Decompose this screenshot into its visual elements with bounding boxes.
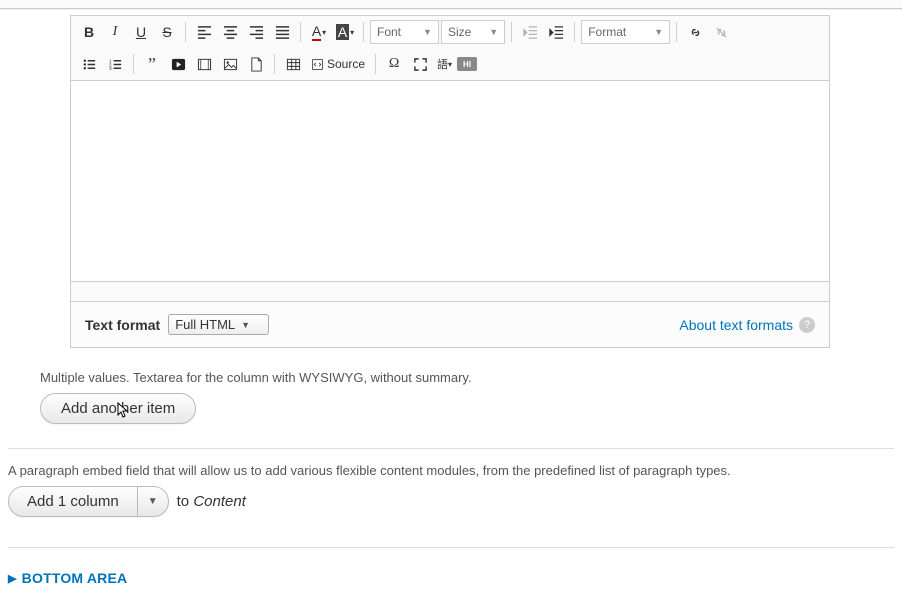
strikethrough-button[interactable]: S bbox=[155, 20, 179, 44]
text-format-bar: Text format Full HTML ▼ About text forma… bbox=[70, 302, 830, 348]
about-text-formats-label: About text formats bbox=[679, 317, 793, 333]
editor-elements-path bbox=[71, 281, 829, 301]
add-another-item-button[interactable]: Add another item bbox=[40, 393, 196, 424]
add-another-item-label: Add another item bbox=[61, 400, 175, 417]
align-center-button[interactable] bbox=[218, 20, 242, 44]
format-dropdown-label: Format bbox=[588, 25, 626, 39]
align-right-button[interactable] bbox=[244, 20, 268, 44]
bold-button[interactable]: B bbox=[77, 20, 101, 44]
text-color-button[interactable]: A▾ bbox=[307, 20, 331, 44]
admin-top-bar bbox=[0, 0, 902, 9]
align-left-button[interactable] bbox=[192, 20, 216, 44]
text-format-selected: Full HTML bbox=[175, 317, 235, 332]
hr-button[interactable]: HI bbox=[457, 57, 477, 71]
add-paragraph-target-text: to Content bbox=[177, 493, 246, 510]
wysiwyg-editor: B I U S A▾ A▾ Font▼ Size▼ bbox=[70, 15, 830, 302]
about-text-formats-link[interactable]: About text formats ? bbox=[679, 317, 815, 333]
bg-color-button[interactable]: A▾ bbox=[333, 20, 357, 44]
section-divider bbox=[8, 448, 894, 449]
video-button[interactable] bbox=[192, 52, 216, 76]
italic-button[interactable]: I bbox=[103, 20, 127, 44]
unlink-button bbox=[709, 20, 733, 44]
bottom-area-label: BOTTOM AREA bbox=[22, 570, 128, 586]
outdent-button bbox=[518, 20, 542, 44]
table-button[interactable] bbox=[281, 52, 305, 76]
multivalue-description: Multiple values. Textarea for the column… bbox=[40, 370, 894, 385]
image-button[interactable] bbox=[218, 52, 242, 76]
source-button-label: Source bbox=[327, 57, 365, 71]
add-paragraph-dropdown-toggle[interactable]: ▼ bbox=[138, 487, 168, 516]
document-button[interactable] bbox=[244, 52, 268, 76]
text-format-select[interactable]: Full HTML ▼ bbox=[168, 314, 269, 335]
special-char-button[interactable]: Ω bbox=[382, 52, 406, 76]
language-button[interactable]: 語▾ bbox=[434, 52, 455, 76]
indent-button[interactable] bbox=[544, 20, 568, 44]
blockquote-button[interactable]: ” bbox=[140, 52, 164, 76]
bottom-area-fieldset-toggle[interactable]: ▶ BOTTOM AREA bbox=[8, 566, 894, 592]
svg-text:3: 3 bbox=[108, 66, 111, 71]
size-dropdown[interactable]: Size▼ bbox=[441, 20, 505, 44]
text-format-label: Text format bbox=[85, 317, 160, 333]
help-icon: ? bbox=[799, 317, 815, 333]
format-dropdown[interactable]: Format▼ bbox=[581, 20, 670, 44]
link-button[interactable] bbox=[683, 20, 707, 44]
triangle-right-icon: ▶ bbox=[8, 572, 17, 585]
font-dropdown[interactable]: Font▼ bbox=[370, 20, 439, 44]
numbered-list-button[interactable]: 123 bbox=[103, 52, 127, 76]
source-button[interactable]: Source bbox=[307, 52, 369, 76]
underline-button[interactable]: U bbox=[129, 20, 153, 44]
bulleted-list-button[interactable] bbox=[77, 52, 101, 76]
add-one-column-button[interactable]: Add 1 column bbox=[9, 487, 138, 516]
editor-content-area[interactable] bbox=[71, 81, 829, 281]
maximize-button[interactable] bbox=[408, 52, 432, 76]
add-one-column-label: Add 1 column bbox=[27, 493, 119, 510]
editor-toolbar: B I U S A▾ A▾ Font▼ Size▼ bbox=[71, 16, 829, 81]
size-dropdown-label: Size bbox=[448, 25, 471, 39]
add-paragraph-split-button: Add 1 column ▼ bbox=[8, 486, 169, 517]
paragraph-field-description: A paragraph embed field that will allow … bbox=[8, 463, 894, 478]
embed-video-button[interactable] bbox=[166, 52, 190, 76]
font-dropdown-label: Font bbox=[377, 25, 401, 39]
align-justify-button[interactable] bbox=[270, 20, 294, 44]
